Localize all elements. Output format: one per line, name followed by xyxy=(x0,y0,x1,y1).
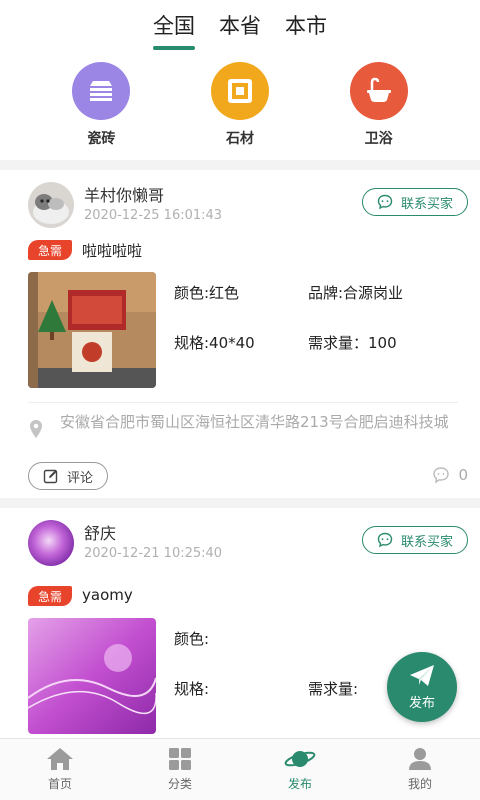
comment-bubble-icon xyxy=(433,467,450,484)
category-label: 石材 xyxy=(225,131,254,147)
contact-buyer-button[interactable]: 联系买家 xyxy=(362,526,468,554)
contact-buyer-button[interactable]: 联系买家 xyxy=(362,188,468,216)
bottom-nav: 首页 分类 发布 我的 xyxy=(0,738,480,800)
avatar[interactable] xyxy=(28,182,74,228)
spec-color: 颜色:红色 xyxy=(174,284,240,302)
comment-count[interactable]: 0 xyxy=(432,466,468,484)
nav-home[interactable]: 首页 xyxy=(0,739,120,800)
avatar[interactable] xyxy=(28,520,74,566)
spec-size: 规格: xyxy=(174,680,210,698)
spec-color: 颜色: xyxy=(174,630,210,648)
contact-buyer-label: 联系买家 xyxy=(400,534,453,550)
grid-icon xyxy=(169,748,191,770)
chat-icon xyxy=(377,532,393,548)
post-title: 啦啦啦啦 xyxy=(82,242,143,260)
tab-province[interactable]: 本省 xyxy=(219,10,261,50)
nav-label: 首页 xyxy=(47,777,72,791)
tab-city[interactable]: 本市 xyxy=(285,10,327,50)
location-pin-icon xyxy=(30,420,42,438)
home-icon xyxy=(47,748,73,770)
category-tile[interactable]: 瓷砖 xyxy=(51,62,151,148)
nav-label: 发布 xyxy=(287,777,312,791)
urgent-badge: 急需 xyxy=(28,586,72,606)
edit-icon xyxy=(43,469,58,484)
section-divider xyxy=(0,498,480,508)
category-row: 瓷砖 石材 卫浴 xyxy=(0,62,480,148)
planet-icon xyxy=(284,751,316,767)
section-divider xyxy=(0,160,480,170)
tile-stack-icon xyxy=(72,62,131,120)
user-name: 舒庆 xyxy=(84,524,117,543)
comment-button[interactable]: 评论 xyxy=(28,462,108,490)
scope-tabs: 全国 本省 本市 xyxy=(0,0,480,52)
nav-mine[interactable]: 我的 xyxy=(360,739,480,800)
nav-publish[interactable]: 发布 xyxy=(240,739,360,800)
post-title: yaomy xyxy=(82,586,133,604)
urgent-badge: 急需 xyxy=(28,240,72,260)
publish-label: 发布 xyxy=(408,695,435,711)
product-photo[interactable] xyxy=(28,618,156,734)
user-icon xyxy=(409,748,431,770)
location-text: 安徽省合肥市蜀山区海恒社区清华路213号合肥启迪科技城 xyxy=(60,413,449,431)
location-row: 安徽省合肥市蜀山区海恒社区清华路213号合肥启迪科技城 xyxy=(28,402,458,438)
tab-national[interactable]: 全国 xyxy=(153,10,195,50)
spec-brand: 品牌:合源岗业 xyxy=(308,284,404,302)
post-time: 2020-12-21 10:25:40 xyxy=(84,546,223,561)
nav-label: 我的 xyxy=(407,777,432,791)
category-label: 瓷砖 xyxy=(87,131,116,147)
post-card: 羊村你懒哥 2020-12-25 16:01:43 联系买家 急需 啦啦啦啦 颜… xyxy=(0,170,480,498)
spec-demand: 需求量：100 xyxy=(308,334,397,352)
chat-icon xyxy=(377,194,393,210)
category-label: 卫浴 xyxy=(364,131,393,147)
nav-label: 分类 xyxy=(167,777,192,791)
category-stone[interactable]: 石材 xyxy=(190,62,290,148)
nav-category[interactable]: 分类 xyxy=(120,739,240,800)
comment-count-value: 0 xyxy=(458,466,468,484)
spec-size: 规格:40*40 xyxy=(174,334,255,352)
post-time: 2020-12-25 16:01:43 xyxy=(84,208,223,223)
user-name: 羊村你懒哥 xyxy=(84,186,165,205)
bathtub-icon xyxy=(349,62,408,120)
publish-fab[interactable]: 发布 xyxy=(387,652,457,722)
product-photo[interactable] xyxy=(28,272,156,388)
spec-demand: 需求量: xyxy=(308,680,359,698)
stone-square-icon xyxy=(210,62,269,120)
paper-plane-icon xyxy=(410,664,434,686)
comment-label: 评论 xyxy=(66,470,93,486)
category-bath[interactable]: 卫浴 xyxy=(329,62,429,148)
contact-buyer-label: 联系买家 xyxy=(400,196,453,212)
